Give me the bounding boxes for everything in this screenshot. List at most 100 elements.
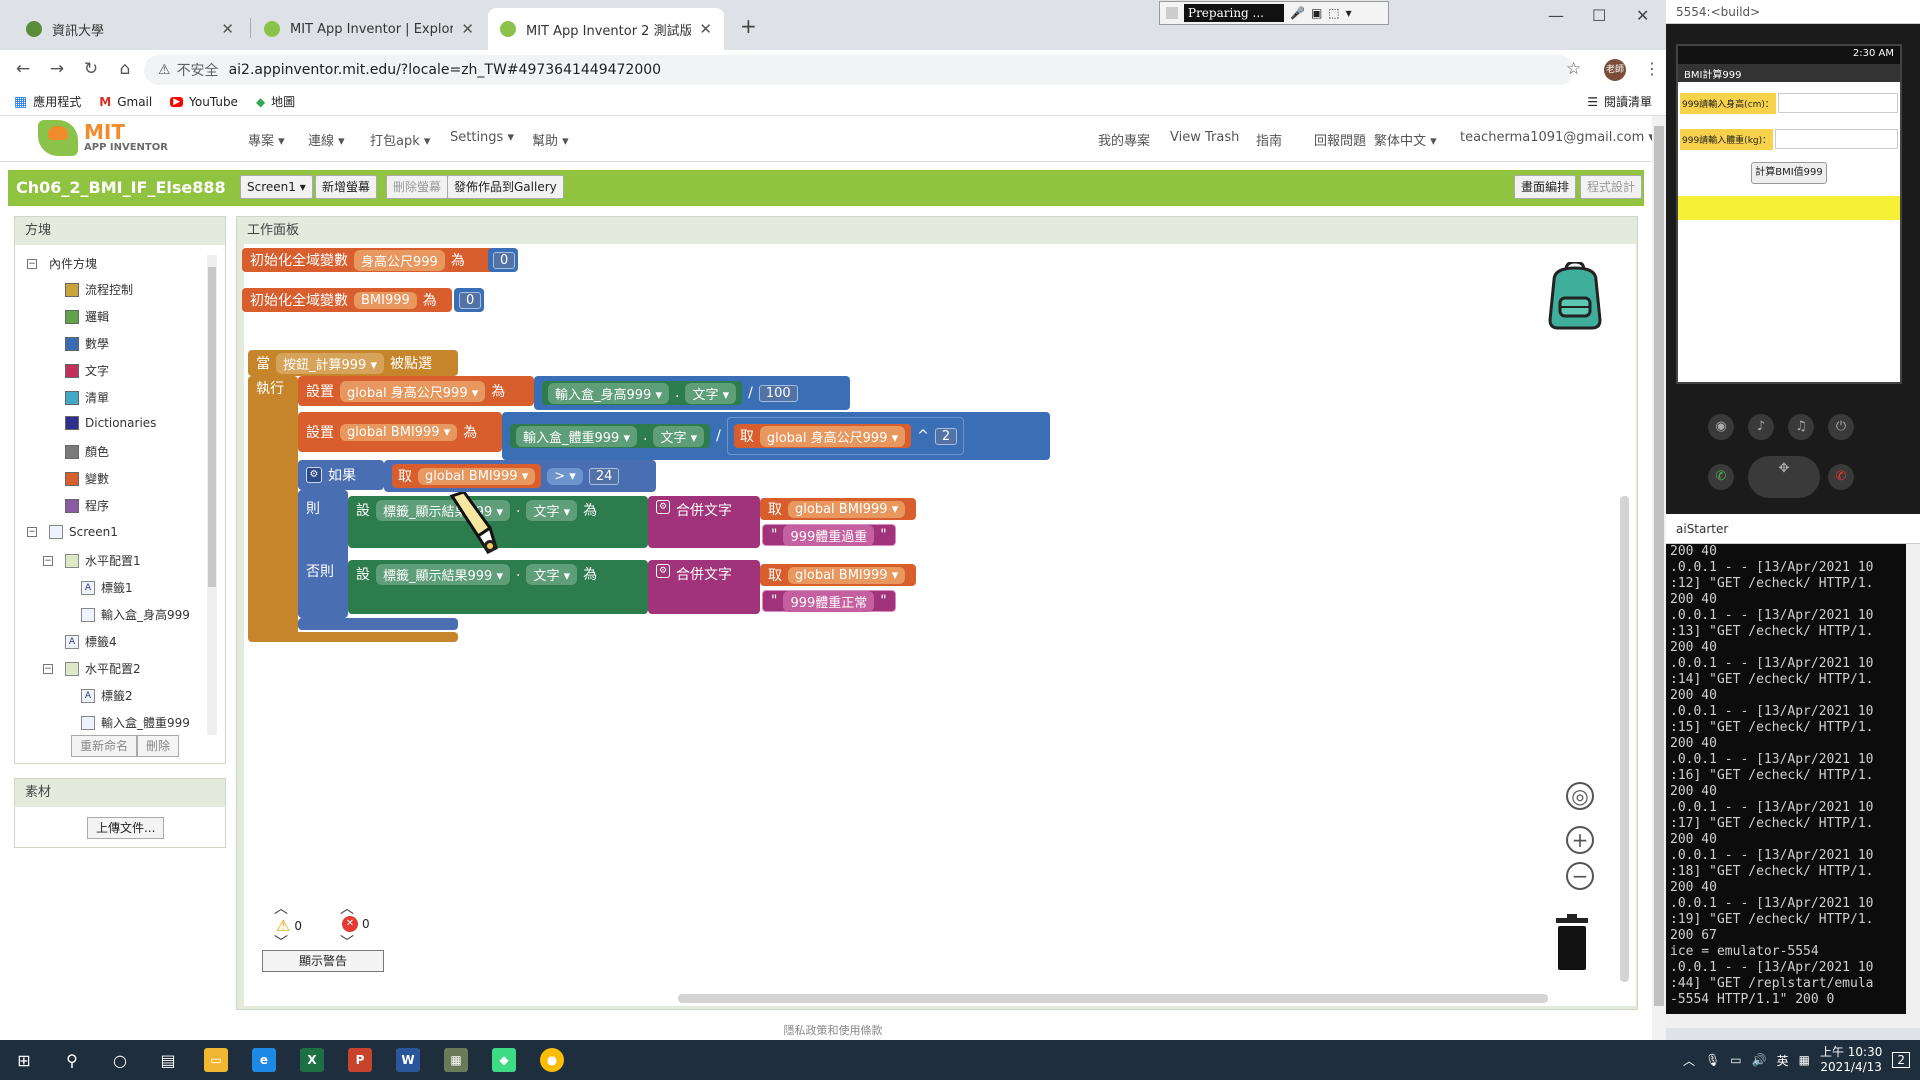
property-dropdown[interactable]: 文字 ▾ bbox=[526, 564, 578, 585]
property-dropdown[interactable]: 文字 ▾ bbox=[526, 500, 578, 521]
builtin-logic[interactable]: 邏輯 bbox=[65, 308, 109, 325]
when-button-click-block[interactable]: 當 按鈕_計算999 ▾ 被點選 bbox=[248, 350, 458, 376]
volume-icon[interactable]: 🔊 bbox=[1752, 1053, 1767, 1067]
remove-screen-button[interactable]: 刪除螢幕 bbox=[386, 175, 449, 199]
workspace-horizontal-scrollbar[interactable] bbox=[678, 994, 1548, 1003]
menu-build[interactable]: 打包apk ▾ bbox=[370, 130, 430, 149]
maximize-icon[interactable]: ☐ bbox=[1592, 6, 1606, 25]
recorder-app-icon[interactable]: ▦ bbox=[432, 1040, 480, 1080]
tree-builtin[interactable]: − 內件方塊 bbox=[27, 255, 97, 272]
warning-up-arrow-icon[interactable]: ︿ bbox=[274, 898, 288, 918]
microphone-icon[interactable]: 🎤 bbox=[1290, 6, 1305, 20]
warning-down-arrow-icon[interactable]: ﹀ bbox=[274, 932, 288, 952]
builtin-procedures[interactable]: 程序 bbox=[65, 497, 109, 514]
property-dropdown[interactable]: 文字 ▾ bbox=[653, 425, 705, 447]
microphone-icon[interactable]: 🎙 bbox=[1705, 1053, 1720, 1067]
get-bmi-block[interactable]: 取 global BMI999 ▾ bbox=[392, 464, 542, 488]
set-label-text-block[interactable]: 設 標籤_顯示結果999 ▾ . 文字 ▾ 為 bbox=[348, 560, 648, 614]
collapse-icon[interactable]: − bbox=[43, 663, 53, 674]
tree-screen1[interactable]: − Screen1 bbox=[27, 525, 118, 539]
builtin-variables[interactable]: 變數 bbox=[65, 470, 109, 487]
trash-icon[interactable] bbox=[1554, 914, 1590, 972]
security-label[interactable]: 不安全 bbox=[177, 60, 219, 80]
emulator-weight-input[interactable] bbox=[1775, 129, 1898, 149]
clock[interactable]: 上午 10:30 2021/4/13 bbox=[1820, 1045, 1882, 1075]
text-string-block[interactable]: " 999體重正常 " bbox=[762, 590, 896, 612]
compare-block[interactable]: 取 global BMI999 ▾ > ▾ 24 bbox=[384, 460, 656, 492]
variable-dropdown[interactable]: global BMI999 ▾ bbox=[788, 566, 906, 584]
menu-project[interactable]: 專案 ▾ bbox=[248, 130, 285, 149]
divide-block[interactable]: 輸入盒_身高999 ▾ . 文字 ▾ / 100 bbox=[534, 376, 850, 410]
chevron-up-icon[interactable]: ︿ bbox=[1683, 1052, 1695, 1069]
tab-1[interactable]: 資訊大學 ✕ bbox=[14, 8, 246, 50]
textbox-text-getter[interactable]: 輸入盒_身高999 ▾ . 文字 ▾ bbox=[542, 381, 743, 405]
notifications-icon[interactable]: 2 bbox=[1892, 1052, 1910, 1068]
number-field[interactable]: 100 bbox=[758, 384, 798, 402]
tree-label4[interactable]: A 標籤4 bbox=[65, 633, 117, 650]
close-icon[interactable]: ✕ bbox=[461, 20, 474, 38]
tree-hbox2[interactable]: − 水平配置2 bbox=[43, 660, 141, 677]
palette-scrollbar[interactable] bbox=[207, 255, 217, 735]
user-menu[interactable]: teacherma1091@gmail.com ▾ bbox=[1460, 130, 1655, 145]
volume-down-icon[interactable]: ♪ bbox=[1748, 414, 1774, 440]
report-issue-link[interactable]: 回報問題 bbox=[1314, 130, 1366, 149]
language-menu[interactable]: 繁体中文 ▾ bbox=[1374, 130, 1437, 149]
page-scrollbar[interactable] bbox=[1652, 116, 1666, 1040]
string-field[interactable]: 999體重過重 bbox=[783, 524, 875, 546]
forward-icon[interactable]: → bbox=[40, 59, 74, 79]
scroll-thumb[interactable] bbox=[1654, 126, 1664, 1006]
tree-textbox-height[interactable]: 輸入盒_身高999 bbox=[81, 606, 190, 623]
builtin-text[interactable]: 文字 bbox=[65, 362, 109, 379]
builtin-math[interactable]: 數學 bbox=[65, 335, 109, 352]
number-field[interactable]: 0 bbox=[459, 291, 482, 309]
bookmark-youtube[interactable]: ▶ YouTube bbox=[170, 95, 238, 109]
set-bmi-block[interactable]: 設置 global BMI999 ▾ 為 bbox=[298, 412, 502, 452]
power-block[interactable]: 取 global 身高公尺999 ▾ ^ 2 bbox=[726, 417, 965, 455]
menu-help[interactable]: 幫助 ▾ bbox=[532, 130, 569, 149]
dpad-icon[interactable]: ✥ bbox=[1748, 456, 1820, 498]
powerpoint-icon[interactable]: P bbox=[336, 1040, 384, 1080]
number-field[interactable]: 2 bbox=[934, 427, 958, 445]
divide-block[interactable]: 輸入盒_體重999 ▾ . 文字 ▾ / 取 global 身高公尺999 ▾ … bbox=[502, 412, 1050, 460]
tree-hbox1[interactable]: − 水平配置1 bbox=[43, 552, 141, 569]
camera-icon[interactable]: ◉ bbox=[1708, 414, 1734, 440]
get-bmi-block[interactable]: 取 global BMI999 ▾ bbox=[760, 564, 916, 586]
designer-button[interactable]: 畫面編排 bbox=[1514, 175, 1577, 199]
zoom-out-icon[interactable]: − bbox=[1566, 862, 1594, 890]
variable-dropdown[interactable]: global BMI999 ▾ bbox=[418, 467, 536, 485]
console-scrollbar[interactable] bbox=[1906, 544, 1920, 1020]
init-global-bmi-block[interactable]: 初始化全域變數 BMI999 為 bbox=[242, 288, 452, 312]
init-global-height-block[interactable]: 初始化全域變數 身高公尺999 為 bbox=[242, 248, 498, 272]
workspace-vertical-scrollbar[interactable] bbox=[1620, 496, 1629, 982]
view-trash-link[interactable]: View Trash bbox=[1170, 130, 1239, 145]
address-bar[interactable]: ⚠ 不安全 ai2.appinventor.mit.edu/?locale=zh… bbox=[144, 55, 1574, 85]
appinventor-logo[interactable]: MIT APP INVENTOR bbox=[38, 120, 168, 156]
set-height-block[interactable]: 設置 global 身高公尺999 ▾ 為 bbox=[298, 376, 534, 406]
android-icon[interactable]: ◆ bbox=[480, 1040, 528, 1080]
tree-label1[interactable]: A 標籤1 bbox=[81, 579, 133, 596]
search-icon[interactable]: ⚲ bbox=[48, 1040, 96, 1080]
text-string-block[interactable]: " 999體重過重 " bbox=[762, 524, 896, 546]
chevron-down-icon[interactable]: ▾ bbox=[1346, 6, 1352, 20]
operator-dropdown[interactable]: > ▾ bbox=[547, 467, 583, 485]
close-icon[interactable]: ✕ bbox=[221, 20, 234, 38]
volume-up-icon[interactable]: ♫ bbox=[1788, 414, 1814, 440]
chrome-icon[interactable]: ● bbox=[528, 1040, 576, 1080]
console-horizontal-scrollbar[interactable] bbox=[1666, 1014, 1920, 1028]
scroll-thumb[interactable] bbox=[208, 267, 216, 587]
tab-2[interactable]: MIT App Inventor | Explore MIT ✕ bbox=[252, 8, 486, 50]
hangup-icon[interactable]: ✆ bbox=[1828, 464, 1854, 490]
number-field[interactable]: 24 bbox=[588, 467, 620, 485]
reload-icon[interactable]: ↻ bbox=[74, 59, 108, 79]
variable-dropdown[interactable]: global BMI999 ▾ bbox=[788, 500, 906, 518]
close-icon[interactable]: ✕ bbox=[699, 20, 712, 38]
bookmark-maps[interactable]: ◆ 地圖 bbox=[256, 93, 295, 110]
join-block[interactable]: ⚙ 合併文字 bbox=[648, 560, 760, 614]
tab-3-active[interactable]: MIT App Inventor 2 測試版 ✕ bbox=[488, 8, 724, 50]
network-icon[interactable]: ▭ bbox=[1730, 1053, 1741, 1067]
minimize-icon[interactable]: — bbox=[1548, 6, 1564, 25]
variable-name-field[interactable]: BMI999 bbox=[354, 291, 417, 309]
collapse-icon[interactable]: − bbox=[27, 527, 37, 537]
builtin-dictionaries[interactable]: Dictionaries bbox=[65, 416, 156, 430]
keyboard-icon[interactable]: ▦ bbox=[1799, 1053, 1810, 1067]
